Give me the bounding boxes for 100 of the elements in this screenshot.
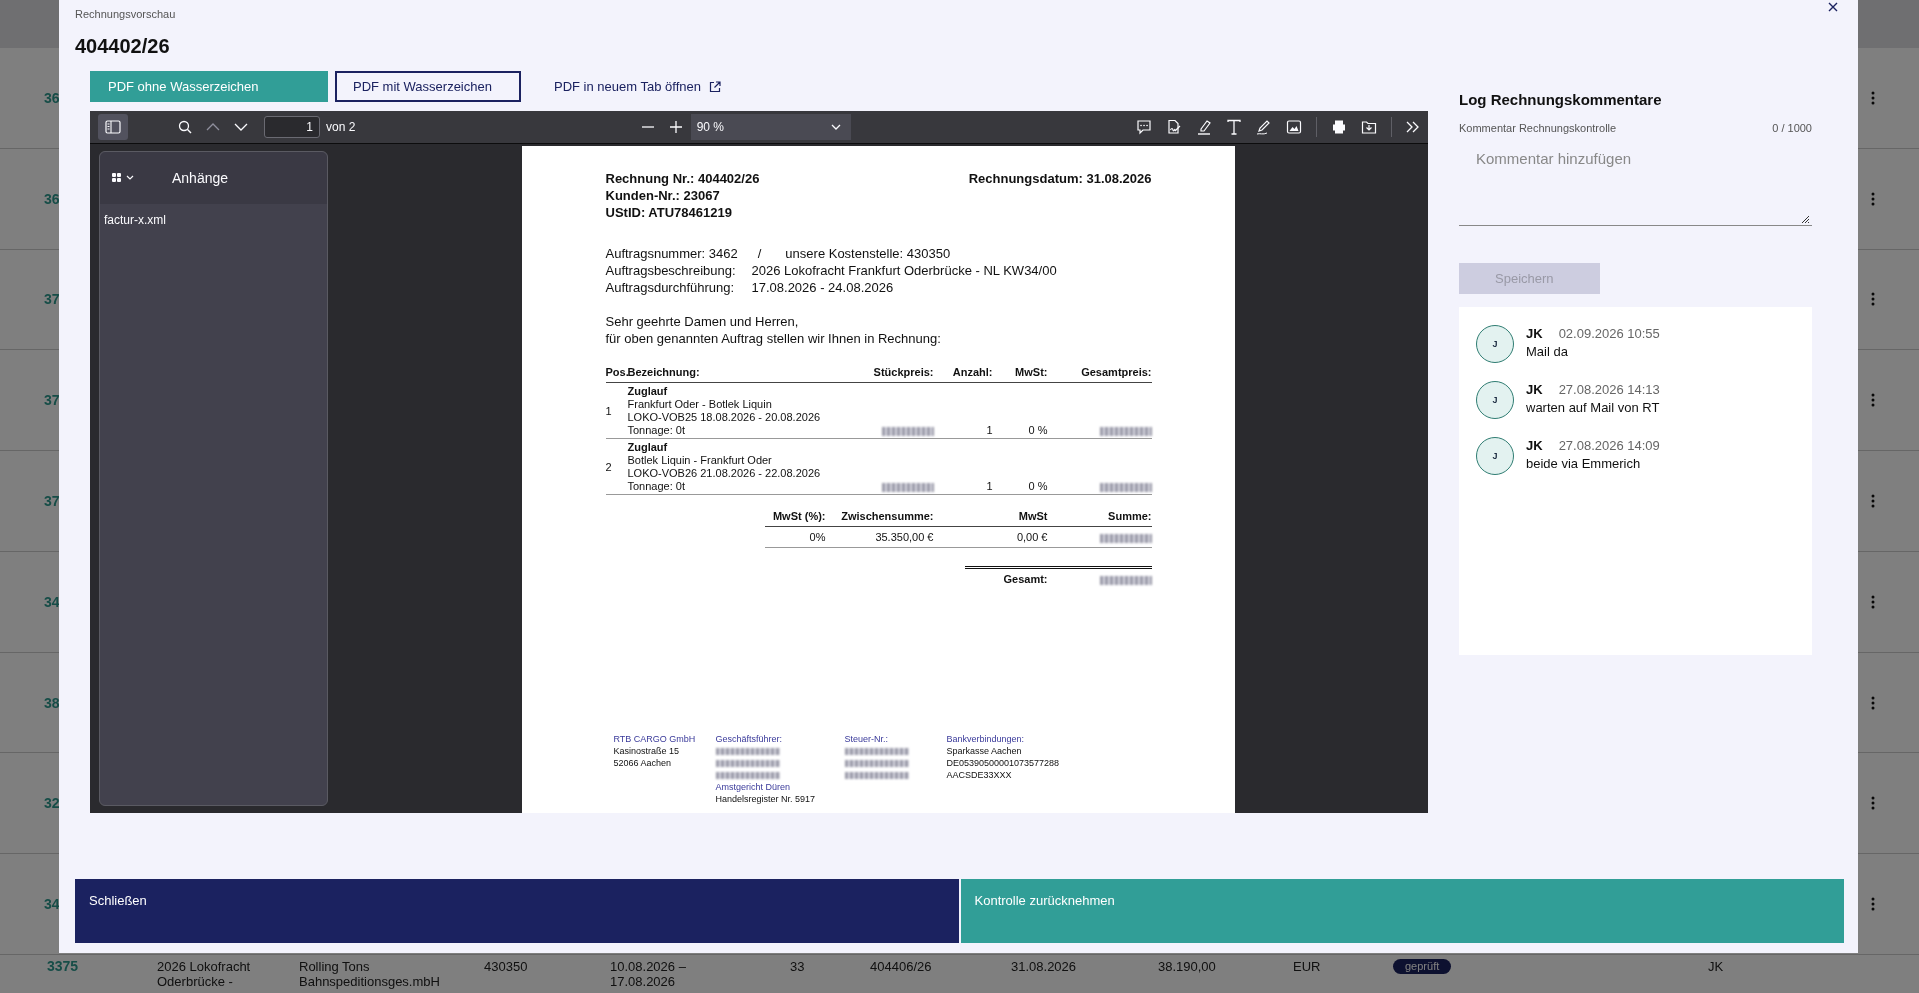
row-id[interactable]: 37 xyxy=(44,493,60,509)
close-icon[interactable] xyxy=(1828,2,1838,12)
more-icon[interactable] xyxy=(1871,292,1875,307)
total-label: Gesamt: xyxy=(1002,572,1048,587)
item-description: Frankfurt Oder - Botlek Liquin xyxy=(627,398,773,411)
column-header: Stückpreis: xyxy=(872,365,934,380)
image-icon[interactable] xyxy=(1286,119,1302,135)
redacted-value xyxy=(715,747,780,755)
pdf-option-button[interactable]: PDF mit Wasserzeichen xyxy=(335,71,521,102)
comment-time: 27.08.2026 14:09 xyxy=(1558,437,1660,455)
row-id[interactable]: 36 xyxy=(44,190,60,207)
character-counter: 0 / 1000 xyxy=(1772,122,1812,134)
search-icon[interactable] xyxy=(178,120,192,134)
redacted-value xyxy=(844,759,909,767)
footer-line: 52066 Aachen xyxy=(613,757,673,769)
footer-line: Handelsregister Nr. 5917 xyxy=(715,793,817,805)
footer-heading: Bankverbindungen: xyxy=(946,733,1026,745)
status-badge: geprüft xyxy=(1393,959,1452,974)
table-cell: 404406/26 xyxy=(870,959,932,974)
greeting-line: Sehr geehrte Damen und Herren, xyxy=(605,313,800,330)
invoice-header-line: Rechnung Nr.: 404402/26 xyxy=(605,170,760,187)
grid-dropdown-icon[interactable] xyxy=(112,173,136,183)
item-position: 1 xyxy=(605,404,613,418)
comment-field[interactable]: Kommentar hinzufügen xyxy=(1459,138,1812,226)
signature-icon[interactable] xyxy=(1166,119,1182,135)
previous-page-icon[interactable] xyxy=(206,123,220,131)
invoice-date: Rechnungsdatum: 31.08.2026 xyxy=(968,170,1152,188)
column-header: Zwischensumme: xyxy=(840,509,934,524)
avatar: J xyxy=(1476,437,1514,475)
more-icon[interactable] xyxy=(1871,393,1875,408)
cost-center: unsere Kostenstelle: 430350 xyxy=(785,245,951,262)
order-label: Auftragsbeschreibung: xyxy=(605,262,737,279)
pen-icon[interactable] xyxy=(1256,119,1272,135)
close-button[interactable]: Schließen xyxy=(75,879,959,943)
item-description: Botlek Liquin - Frankfurt Oder xyxy=(627,454,773,467)
redacted-value xyxy=(1099,533,1152,543)
comment-author: JK xyxy=(1526,325,1543,343)
greeting-line: für oben genannten Auftrag stellen wir Ihnen in Rechnung: xyxy=(605,330,942,347)
text-icon[interactable] xyxy=(1226,119,1242,135)
panel-title: Anhänge xyxy=(172,170,229,186)
row-id[interactable]: 32 xyxy=(44,795,60,812)
column-header: Bezeichnung: xyxy=(627,365,701,380)
table-cell: 430350 xyxy=(484,959,528,974)
row-id[interactable]: 37 xyxy=(44,392,60,409)
more-tools-icon[interactable] xyxy=(1406,121,1420,133)
footer-line: Sparkasse Aachen xyxy=(946,745,1023,757)
table-cell: 38.190,00 xyxy=(1158,959,1216,974)
footer-line: DE05390500001073577288 xyxy=(946,757,1060,769)
row-id[interactable]: 36 xyxy=(44,89,60,106)
column-header: Pos. xyxy=(605,365,628,380)
column-header: Anzahl: xyxy=(951,365,993,380)
footer-heading: Amstgericht Düren xyxy=(715,781,792,793)
attachment-item[interactable]: factur-x.xml xyxy=(100,204,327,236)
redacted-value xyxy=(715,771,780,779)
comment-text: beide via Emmerich xyxy=(1526,455,1642,473)
resize-handle-icon[interactable] xyxy=(1800,214,1810,224)
page-number-field[interactable]: 1 xyxy=(264,116,320,138)
redacted-value xyxy=(1099,482,1152,492)
footer-line: AACSDE33XXX xyxy=(946,769,1013,781)
more-icon[interactable] xyxy=(1871,494,1875,508)
invoice-header-line: Kunden-Nr.: 23067 xyxy=(605,187,721,204)
table-cell-text: 2026 Lokofracht Oderbrücke - xyxy=(157,959,252,989)
column-header: MwSt (%): xyxy=(771,509,826,524)
item-vat: 0 % xyxy=(1027,480,1048,493)
more-icon[interactable] xyxy=(1871,897,1875,912)
download-icon[interactable] xyxy=(1361,119,1377,135)
item-description: Tonnage: 0t xyxy=(627,424,686,437)
more-icon[interactable] xyxy=(1871,191,1875,206)
invoice-header-line: UStID: ATU78461219 xyxy=(605,204,733,221)
row-id[interactable]: 3375 xyxy=(47,959,79,974)
more-icon[interactable] xyxy=(1871,594,1875,609)
sidebar-toggle-icon[interactable] xyxy=(98,114,128,140)
zoom-in-icon[interactable] xyxy=(668,120,683,134)
more-icon[interactable] xyxy=(1871,695,1875,710)
column-header: Gesamtpreis: xyxy=(1080,365,1152,380)
open-in-new-tab-link[interactable]: PDF in neuem Tab öffnen xyxy=(554,79,721,94)
print-icon[interactable] xyxy=(1331,119,1347,135)
zoom-select[interactable]: 90 % xyxy=(690,114,851,140)
pdf-option-button[interactable]: PDF ohne Wasserzeichen xyxy=(90,71,328,102)
row-id[interactable]: 37 xyxy=(44,291,60,308)
highlighter-icon[interactable] xyxy=(1196,119,1212,135)
redacted-value xyxy=(715,759,780,767)
table-cell: JK xyxy=(1708,959,1724,974)
more-icon[interactable] xyxy=(1871,796,1875,811)
summary-value: 35.350,00 € xyxy=(874,530,934,545)
row-id[interactable]: 34 xyxy=(44,593,60,610)
item-title: Zuglauf xyxy=(627,441,669,454)
summary-value: 0,00 € xyxy=(1015,530,1048,545)
separator-slash: / xyxy=(757,245,762,262)
comment-text: Mail da xyxy=(1526,343,1569,361)
row-id[interactable]: 38 xyxy=(44,694,60,711)
redacted-value xyxy=(844,771,909,779)
comment-icon[interactable] xyxy=(1136,119,1152,135)
undo-check-button[interactable]: Kontrolle zurücknehmen xyxy=(960,879,1844,943)
item-quantity: 1 xyxy=(985,424,993,437)
redacted-value xyxy=(1099,426,1152,436)
order-value: 2026 Lokofracht Frankfurt Oderbrücke - NL KW34/00 xyxy=(751,262,1057,279)
next-page-icon[interactable] xyxy=(234,123,248,131)
row-id[interactable]: 34 xyxy=(44,896,60,913)
more-icon[interactable] xyxy=(1871,90,1875,105)
